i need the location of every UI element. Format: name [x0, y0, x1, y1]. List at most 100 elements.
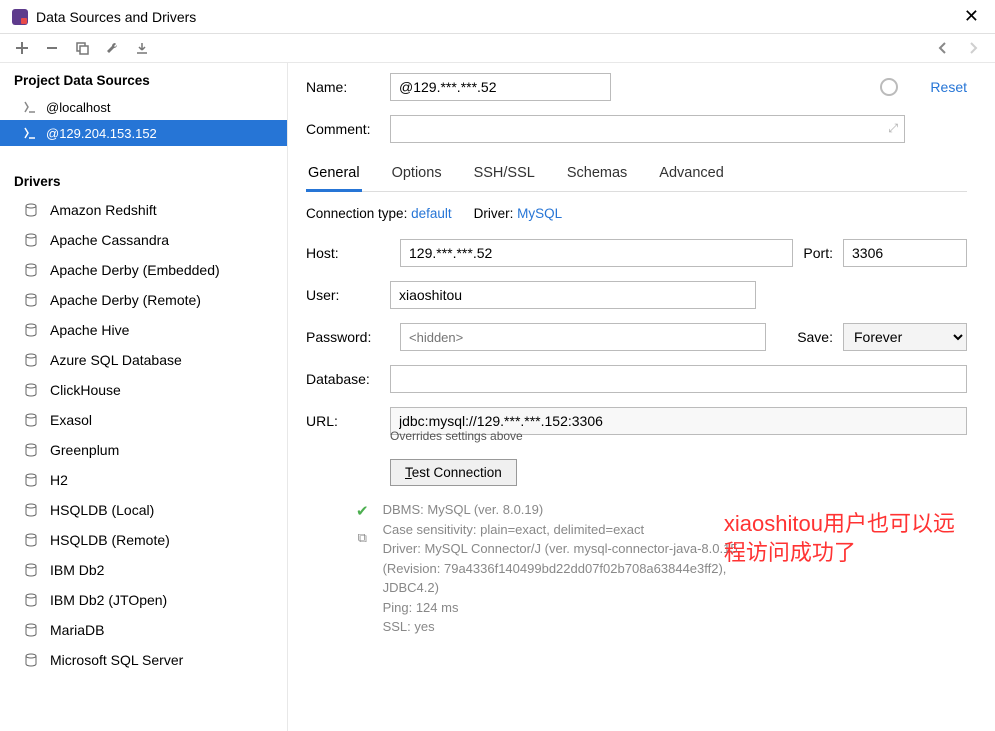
driver-label: IBM Db2: [50, 562, 104, 578]
url-label: URL:: [306, 413, 390, 429]
driver-icon: [22, 591, 40, 609]
import-icon[interactable]: [134, 40, 150, 56]
result-driver: Driver: MySQL Connector/J (ver. mysql-co…: [383, 539, 743, 598]
project-sources-header: Project Data Sources: [0, 63, 287, 94]
driver-label: Apache Hive: [50, 322, 129, 338]
wrench-icon[interactable]: [104, 40, 120, 56]
driver-item[interactable]: IBM Db2: [0, 555, 287, 585]
driver-item[interactable]: HSQLDB (Remote): [0, 525, 287, 555]
check-icon: ✔: [356, 502, 369, 520]
driver-item[interactable]: Apache Cassandra: [0, 225, 287, 255]
driver-icon: [22, 561, 40, 579]
password-label: Password:: [306, 329, 390, 345]
driver-icon: [22, 531, 40, 549]
datasource-label: @129.204.153.152: [46, 126, 157, 141]
host-input[interactable]: [400, 239, 793, 267]
driver-item[interactable]: Microsoft SQL Server: [0, 645, 287, 675]
driver-item[interactable]: Greenplum: [0, 435, 287, 465]
user-label: User:: [306, 287, 390, 303]
driver-icon: [22, 231, 40, 249]
comment-label: Comment:: [306, 121, 390, 137]
conn-type-link[interactable]: default: [411, 206, 452, 221]
driver-item[interactable]: Amazon Redshift: [0, 195, 287, 225]
content-panel: Name: Reset Comment: ⤢ General Options SSH…: [288, 63, 995, 731]
titlebar: Data Sources and Drivers ✕: [0, 0, 995, 34]
port-input[interactable]: [843, 239, 967, 267]
drivers-header: Drivers: [0, 164, 287, 195]
database-label: Database:: [306, 371, 390, 387]
driver-icon: [22, 411, 40, 429]
save-select[interactable]: Forever: [843, 323, 967, 351]
comment-input[interactable]: ⤢: [390, 115, 905, 143]
driver-item[interactable]: Apache Derby (Embedded): [0, 255, 287, 285]
result-dbms: DBMS: MySQL (ver. 8.0.19): [383, 500, 743, 520]
add-icon[interactable]: [14, 40, 30, 56]
result-case: Case sensitivity: plain=exact, delimited…: [383, 520, 743, 540]
driver-link[interactable]: MySQL: [517, 206, 562, 221]
datasource-item[interactable]: @localhost: [0, 94, 287, 120]
driver-item[interactable]: MariaDB: [0, 615, 287, 645]
datasource-icon: [22, 125, 38, 141]
driver-item[interactable]: Azure SQL Database: [0, 345, 287, 375]
driver-label: Microsoft SQL Server: [50, 652, 183, 668]
result-block: ✔ ⧉ DBMS: MySQL (ver. 8.0.19) Case sensi…: [356, 500, 967, 637]
result-ssl: SSL: yes: [383, 617, 743, 637]
driver-label: Apache Cassandra: [50, 232, 169, 248]
database-input[interactable]: [390, 365, 967, 393]
driver-label: MariaDB: [50, 622, 104, 638]
copy-result-icon[interactable]: ⧉: [358, 530, 367, 546]
driver-icon: [22, 621, 40, 639]
driver-item[interactable]: HSQLDB (Local): [0, 495, 287, 525]
driver-icon: [22, 441, 40, 459]
driver-item[interactable]: Apache Derby (Remote): [0, 285, 287, 315]
driver-item[interactable]: IBM Db2 (JTOpen): [0, 585, 287, 615]
driver-icon: [22, 381, 40, 399]
copy-icon[interactable]: [74, 40, 90, 56]
user-input[interactable]: [390, 281, 756, 309]
reset-link[interactable]: Reset: [930, 79, 967, 95]
driver-label: HSQLDB (Remote): [50, 532, 170, 548]
test-connection-button[interactable]: Test Connection: [390, 459, 517, 486]
driver-icon: [22, 501, 40, 519]
tabs: General Options SSH/SSL Schemas Advanced: [306, 157, 967, 192]
tab-schemas[interactable]: Schemas: [565, 157, 629, 191]
driver-label: Azure SQL Database: [50, 352, 182, 368]
port-label: Port:: [803, 245, 833, 261]
driver-label: H2: [50, 472, 68, 488]
driver-icon: [22, 291, 40, 309]
driver-icon: [22, 651, 40, 669]
expand-icon[interactable]: ⤢: [888, 121, 898, 136]
driver-label: Exasol: [50, 412, 92, 428]
driver-icon: [22, 321, 40, 339]
driver-label: HSQLDB (Local): [50, 502, 154, 518]
driver-label: Apache Derby (Remote): [50, 292, 201, 308]
driver-label: Greenplum: [50, 442, 119, 458]
driver-icon: [22, 201, 40, 219]
tab-options[interactable]: Options: [390, 157, 444, 191]
driver-icon: [22, 261, 40, 279]
sidebar: Project Data Sources @localhost @129.204.…: [0, 63, 288, 731]
tab-sshssl[interactable]: SSH/SSL: [472, 157, 537, 191]
name-input[interactable]: [390, 73, 611, 101]
forward-icon[interactable]: [965, 40, 981, 56]
driver-label: Apache Derby (Embedded): [50, 262, 220, 278]
tab-advanced[interactable]: Advanced: [657, 157, 726, 191]
result-ping: Ping: 124 ms: [383, 598, 743, 618]
password-input[interactable]: [400, 323, 766, 351]
datasource-item[interactable]: @129.204.153.152: [0, 120, 287, 146]
name-label: Name:: [306, 79, 390, 95]
driver-item[interactable]: Exasol: [0, 405, 287, 435]
driver-icon: [22, 471, 40, 489]
close-button[interactable]: ✕: [960, 6, 983, 27]
back-icon[interactable]: [935, 40, 951, 56]
driver-item[interactable]: H2: [0, 465, 287, 495]
driver-item[interactable]: ClickHouse: [0, 375, 287, 405]
driver-item[interactable]: Apache Hive: [0, 315, 287, 345]
remove-icon[interactable]: [44, 40, 60, 56]
driver-label: Driver:: [474, 206, 514, 221]
app-icon: [12, 9, 28, 25]
driver-label: ClickHouse: [50, 382, 121, 398]
conn-type-label: Connection type:: [306, 206, 407, 221]
tab-general[interactable]: General: [306, 157, 362, 192]
window-title: Data Sources and Drivers: [36, 9, 196, 25]
